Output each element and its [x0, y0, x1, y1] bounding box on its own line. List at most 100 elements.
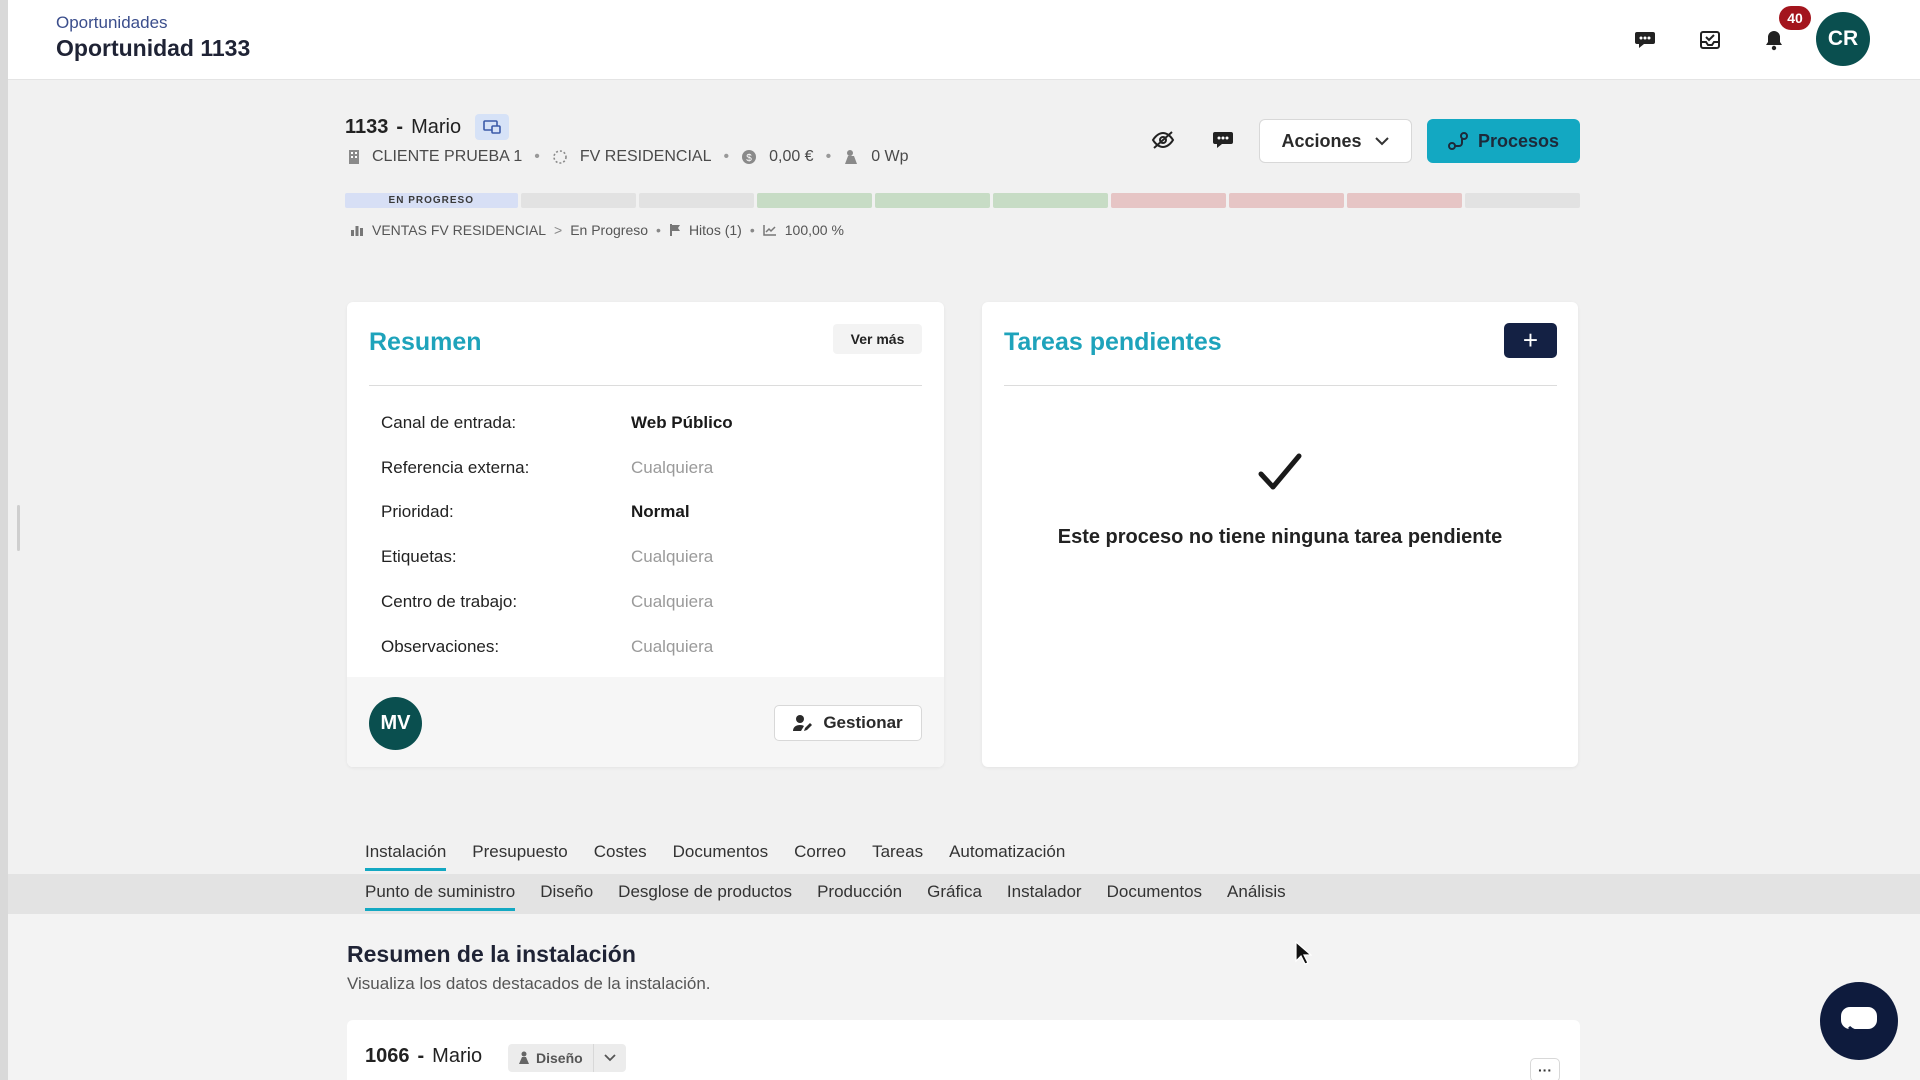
- stage-segment-current[interactable]: EN PROGRESO: [345, 193, 518, 208]
- breadcrumb[interactable]: Oportunidades: [56, 13, 168, 33]
- building-icon: [349, 150, 359, 164]
- stage-segment[interactable]: [520, 193, 636, 208]
- mouse-cursor-icon: [1295, 940, 1312, 965]
- actions-button[interactable]: Acciones: [1259, 119, 1412, 163]
- field-value-notes: Cualquiera: [631, 637, 714, 656]
- pipeline-info: VENTAS FV RESIDENCIAL > En Progreso • Hi…: [350, 222, 844, 238]
- subtab-installer[interactable]: Instalador: [1007, 882, 1082, 911]
- user-edit-icon: [793, 715, 813, 731]
- flag-icon: [669, 224, 680, 236]
- solar-panel-icon: [845, 150, 858, 164]
- opportunity-type: FV RESIDENCIAL: [579, 148, 712, 165]
- field-value-tags: Cualquiera: [631, 547, 714, 566]
- installation-number: 1066: [365, 1045, 410, 1067]
- assignee-avatar[interactable]: MV: [369, 697, 422, 750]
- manage-button[interactable]: Gestionar: [774, 705, 922, 741]
- field-value-priority: Normal: [631, 502, 690, 521]
- pipeline-milestones[interactable]: Hitos (1): [689, 222, 742, 238]
- client-name[interactable]: CLIENTE PRUEBA 1: [372, 148, 522, 166]
- left-rail: [0, 0, 8, 1080]
- status-chevron-icon[interactable]: [594, 1044, 626, 1072]
- stage-segment[interactable]: [638, 193, 754, 208]
- opportunity-amount: 0,00 €: [769, 148, 814, 165]
- sidebar-resize-handle[interactable]: [17, 505, 20, 551]
- pipeline-chevron: >: [554, 222, 563, 238]
- tab-automation[interactable]: Automatización: [949, 842, 1065, 871]
- meta-separator: •: [723, 148, 730, 165]
- field-value-external-ref: Cualquiera: [631, 458, 714, 477]
- subtab-design[interactable]: Diseño: [540, 882, 593, 911]
- subtab-documents[interactable]: Documentos: [1107, 882, 1202, 911]
- opportunity-power: 0 Wp: [871, 148, 909, 165]
- stage-segment[interactable]: [992, 193, 1108, 208]
- opportunity-name: Mario: [411, 115, 462, 138]
- subtab-supply-point[interactable]: Punto de suministro: [365, 882, 516, 911]
- subtab-chart[interactable]: Gráfica: [927, 882, 982, 911]
- subtab-product-breakdown[interactable]: Desglose de productos: [618, 882, 792, 911]
- field-label-tags: Etiquetas:: [381, 547, 457, 566]
- solar-panel-icon: [519, 1051, 529, 1064]
- tab-documents[interactable]: Documentos: [673, 842, 768, 871]
- stage-segment[interactable]: [1464, 193, 1580, 208]
- stage-segment[interactable]: [1346, 193, 1462, 208]
- svg-text:$: $: [746, 153, 752, 164]
- page-title: Oportunidad 1133: [56, 35, 251, 61]
- field-label-channel: Canal de entrada:: [381, 413, 517, 432]
- processes-label: Procesos: [1477, 130, 1560, 151]
- installation-status: Diseño: [536, 1050, 583, 1066]
- installation-title: 1066 - Mario: [365, 1045, 482, 1068]
- tasks-divider: [1004, 385, 1557, 386]
- opportunity-title: 1133 - Mario: [345, 114, 510, 140]
- manage-label: Gestionar: [823, 713, 903, 732]
- meta-separator: •: [656, 222, 661, 238]
- stage-segment[interactable]: [874, 193, 990, 208]
- installation-dash: -: [417, 1045, 425, 1067]
- comments-icon[interactable]: [1207, 124, 1239, 156]
- screen-icon[interactable]: [475, 114, 510, 140]
- installation-status-dropdown[interactable]: Diseño: [508, 1044, 626, 1072]
- installation-section-subtitle: Visualiza los datos destacados de la ins…: [347, 974, 711, 993]
- tab-tasks[interactable]: Tareas: [872, 842, 923, 871]
- bar-chart-icon: [351, 226, 363, 236]
- chat-bubble-icon: [1841, 1007, 1877, 1034]
- coin-icon: $: [742, 150, 757, 164]
- see-more-button[interactable]: Ver más: [833, 324, 922, 354]
- eye-off-icon[interactable]: [1147, 124, 1179, 156]
- stage-segment[interactable]: [756, 193, 872, 208]
- stage-progress-bar: EN PROGRESO: [345, 193, 1580, 208]
- meta-separator: •: [825, 148, 832, 165]
- processes-button[interactable]: Procesos: [1427, 119, 1580, 163]
- inbox-icon[interactable]: [1694, 24, 1726, 56]
- tab-email[interactable]: Correo: [794, 842, 846, 871]
- tab-budget[interactable]: Presupuesto: [472, 842, 567, 871]
- field-value-workcenter: Cualquiera: [631, 592, 714, 611]
- more-options-button[interactable]: ···: [1530, 1058, 1560, 1080]
- chat-widget-button[interactable]: [1820, 982, 1898, 1060]
- tasks-title: Tareas pendientes: [1004, 328, 1222, 356]
- installation-name: Mario: [432, 1045, 483, 1067]
- meta-separator: •: [534, 148, 540, 165]
- notification-badge: 40: [1779, 6, 1811, 30]
- main-tabs: Instalación Presupuesto Costes Documento…: [365, 842, 1065, 871]
- subtab-production[interactable]: Producción: [817, 882, 902, 911]
- stage-segment[interactable]: [1228, 193, 1344, 208]
- stage-segment[interactable]: [1110, 193, 1226, 208]
- add-task-button[interactable]: +: [1504, 323, 1557, 358]
- opportunity-number: 1133: [345, 115, 389, 138]
- chat-icon[interactable]: [1629, 24, 1661, 56]
- pipeline-name[interactable]: VENTAS FV RESIDENCIAL: [372, 222, 546, 238]
- tab-installation[interactable]: Instalación: [365, 842, 447, 871]
- title-dash: -: [396, 115, 404, 138]
- summary-divider: [369, 385, 922, 386]
- chevron-down-icon: [1374, 137, 1389, 146]
- subtab-analysis[interactable]: Análisis: [1227, 882, 1286, 911]
- user-avatar[interactable]: CR: [1816, 12, 1870, 66]
- field-label-workcenter: Centro de trabajo:: [381, 592, 518, 611]
- meta-separator: •: [749, 222, 755, 238]
- field-value-channel: Web Público: [631, 413, 733, 432]
- field-label-priority: Prioridad:: [381, 502, 454, 521]
- tab-costs[interactable]: Costes: [594, 842, 647, 871]
- opportunity-meta: CLIENTE PRUEBA 1 • FV RESIDENCIAL • $ 0,…: [348, 148, 909, 166]
- field-label-external-ref: Referencia externa:: [381, 458, 530, 477]
- checkmark-icon: [1258, 453, 1302, 490]
